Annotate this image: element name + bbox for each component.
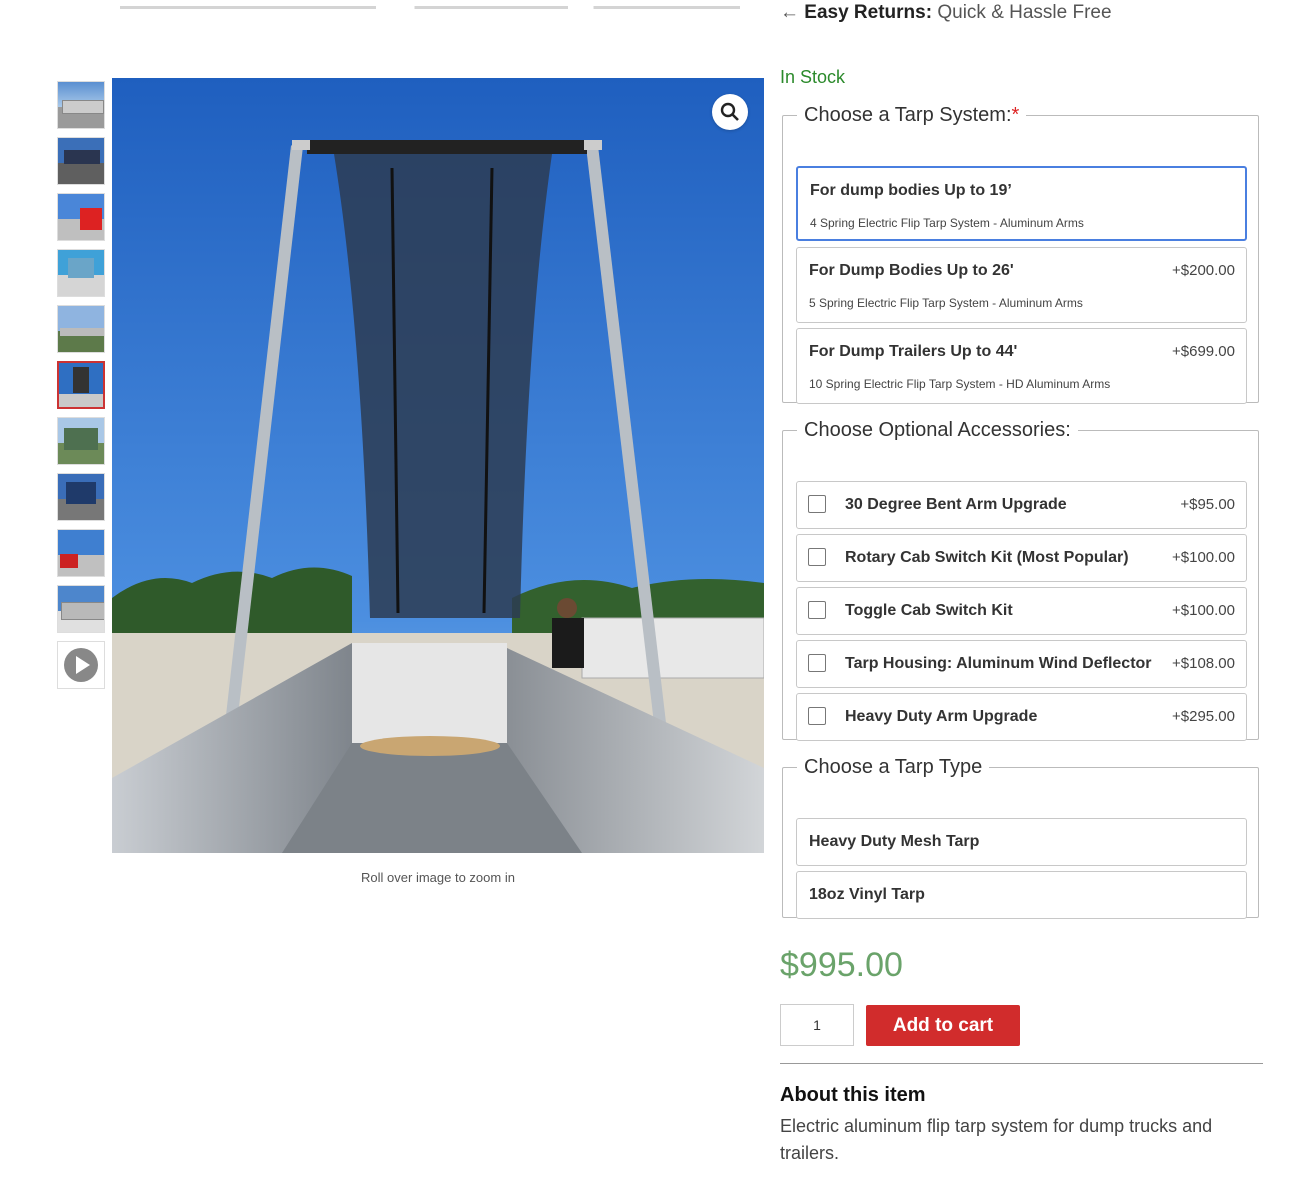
tarp-option-44[interactable]: For Dump Trailers Up to 44' +$699.00 10 … [796, 328, 1247, 404]
divider [780, 1063, 1263, 1064]
option-price: +$699.00 [1172, 343, 1235, 360]
option-name: 30 Degree Bent Arm Upgrade [845, 496, 1067, 513]
accessory-toggle-switch[interactable]: Toggle Cab Switch Kit +$100.00 [796, 587, 1247, 635]
thumbnail-7[interactable] [57, 417, 105, 465]
thumbnail-9[interactable] [57, 529, 105, 577]
option-price: +$100.00 [1172, 549, 1235, 566]
thumbnail-8[interactable] [57, 473, 105, 521]
option-desc: 10 Spring Electric Flip Tarp System - HD… [809, 377, 1111, 391]
tarp-type-vinyl[interactable]: 18oz Vinyl Tarp [796, 871, 1247, 919]
quantity-input[interactable] [780, 1004, 854, 1046]
option-name: For Dump Trailers Up to 44' [809, 343, 1018, 360]
tarp-option-26[interactable]: For Dump Bodies Up to 26' +$200.00 5 Spr… [796, 247, 1247, 323]
cut-off-description-line [120, 0, 740, 10]
easy-returns-label: Easy Returns: [804, 2, 933, 23]
option-name: 18oz Vinyl Tarp [809, 886, 925, 903]
option-price: +$100.00 [1172, 602, 1235, 619]
thumbnail-2[interactable] [57, 137, 105, 185]
product-price: $995.00 [780, 946, 903, 984]
tarp-type-legend: Choose a Tarp Type [804, 756, 983, 778]
option-desc: 5 Spring Electric Flip Tarp System - Alu… [809, 296, 1083, 310]
thumbnail-strip [57, 81, 107, 697]
thumbnail-6-active[interactable] [57, 361, 105, 409]
checkbox[interactable] [808, 707, 826, 725]
about-text: Electric aluminum flip tarp system for d… [780, 1116, 1213, 1163]
zoom-caption: Roll over image to zoom in [361, 870, 515, 885]
option-name: For Dump Bodies Up to 26' [809, 262, 1014, 279]
option-price: +$95.00 [1180, 496, 1235, 513]
option-name: Heavy Duty Arm Upgrade [845, 708, 1038, 725]
video-thumbnail[interactable] [57, 641, 105, 689]
checkbox[interactable] [808, 495, 826, 513]
checkbox[interactable] [808, 601, 826, 619]
option-price: +$295.00 [1172, 708, 1235, 725]
checkbox[interactable] [808, 654, 826, 672]
add-to-cart-button[interactable]: Add to cart [866, 1005, 1020, 1046]
option-name: Toggle Cab Switch Kit [845, 602, 1013, 619]
tarp-option-19[interactable]: For dump bodies Up to 19’ 4 Spring Elect… [796, 166, 1247, 241]
accessory-hd-arm[interactable]: Heavy Duty Arm Upgrade +$295.00 [796, 693, 1247, 741]
magnifier-icon [720, 102, 739, 121]
option-desc: 4 Spring Electric Flip Tarp System - Alu… [810, 216, 1084, 230]
accessories-legend: Choose Optional Accessories: [804, 419, 1071, 441]
option-name: For dump bodies Up to 19’ [810, 182, 1012, 199]
accessory-bent-arm[interactable]: 30 Degree Bent Arm Upgrade +$95.00 [796, 481, 1247, 529]
main-product-image[interactable] [112, 78, 764, 853]
option-price: +$200.00 [1172, 262, 1235, 279]
tarp-system-legend: Choose a Tarp System:* [804, 104, 1020, 126]
arrow-icon: ← [780, 2, 799, 23]
easy-returns-text: Quick & Hassle Free [937, 2, 1112, 23]
thumbnail-1[interactable] [57, 81, 105, 129]
tarp-system-group: Choose a Tarp System:* For dump bodies U… [782, 104, 1259, 404]
checkbox[interactable] [808, 548, 826, 566]
tarp-type-mesh[interactable]: Heavy Duty Mesh Tarp [796, 818, 1247, 866]
thumbnail-4[interactable] [57, 249, 105, 297]
thumbnail-5[interactable] [57, 305, 105, 353]
easy-returns-line: ← Easy Returns: Quick & Hassle Free [780, 2, 1112, 24]
accessory-rotary-switch[interactable]: Rotary Cab Switch Kit (Most Popular) +$1… [796, 534, 1247, 582]
option-name: Heavy Duty Mesh Tarp [809, 833, 980, 850]
thumbnail-3[interactable] [57, 193, 105, 241]
about-heading: About this item [780, 1084, 926, 1106]
option-price: +$108.00 [1172, 655, 1235, 672]
play-icon [64, 648, 98, 682]
zoom-button[interactable] [712, 94, 748, 130]
option-name: Tarp Housing: Aluminum Wind Deflector [845, 655, 1152, 672]
accessories-group: Choose Optional Accessories: 30 Degree B… [782, 419, 1259, 741]
product-photo [112, 78, 764, 853]
accessory-wind-deflector[interactable]: Tarp Housing: Aluminum Wind Deflector +$… [796, 640, 1247, 688]
option-name: Rotary Cab Switch Kit (Most Popular) [845, 549, 1129, 566]
tarp-type-group: Choose a Tarp Type Heavy Duty Mesh Tarp … [782, 756, 1259, 919]
stock-status: In Stock [780, 67, 846, 87]
required-mark: * [1011, 104, 1020, 126]
thumbnail-10[interactable] [57, 585, 105, 633]
